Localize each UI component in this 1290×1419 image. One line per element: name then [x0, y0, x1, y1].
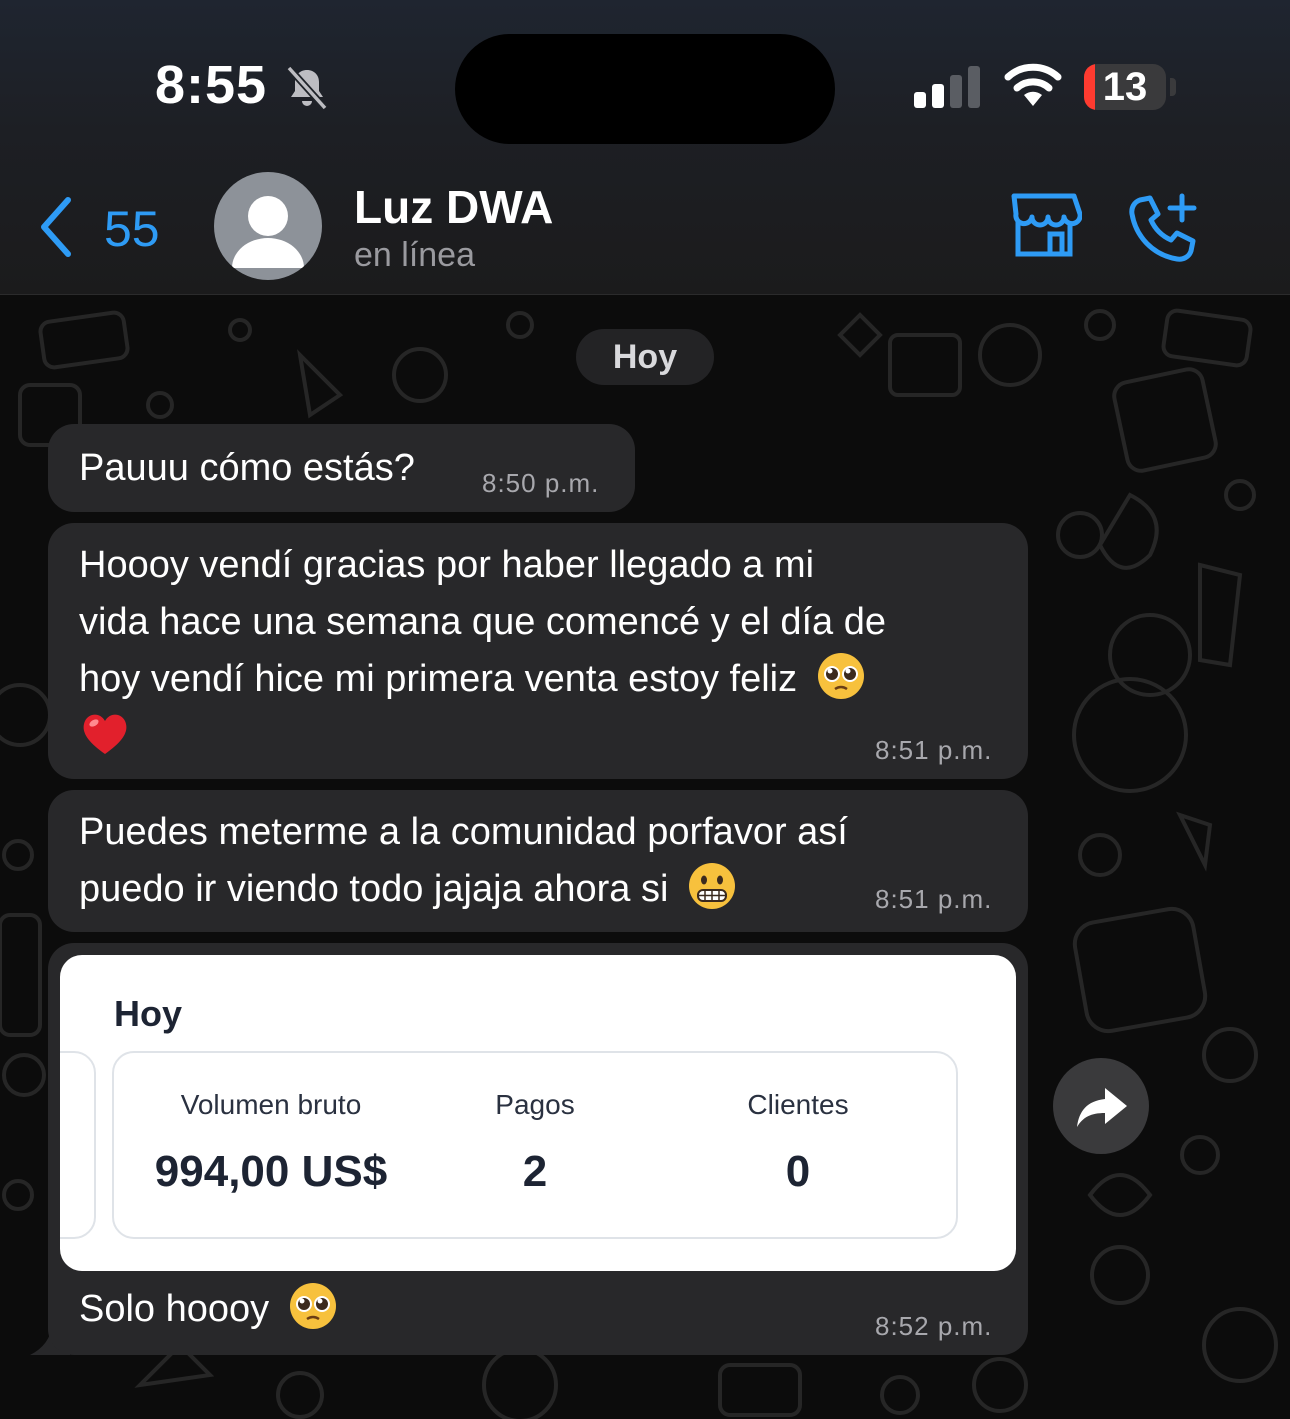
- back-unread-count[interactable]: 55: [104, 200, 160, 258]
- message-line: Puedes meterme a la comunidad porfavor a…: [79, 811, 848, 853]
- message-text: Pauuu cómo estás?: [79, 447, 415, 489]
- pleading-face-emoji-icon: [817, 653, 864, 699]
- avatar[interactable]: [214, 172, 322, 280]
- add-call-icon[interactable]: [1126, 192, 1198, 262]
- battery-percent: 13: [1102, 65, 1148, 109]
- chat-area[interactable]: Hoy Pauuu cómo estás? 8:50 p.m. Hoooy ve…: [0, 295, 1290, 1419]
- message-text: Hoooy vendí gracias por haber llegado a …: [79, 537, 886, 765]
- image-attachment[interactable]: Hoy Volumen bruto 994,00 US$ Pagos 2 Cli…: [60, 955, 1016, 1271]
- message-line: hoy vendí hice mi primera venta estoy fe…: [79, 658, 798, 700]
- metric-label: Volumen bruto: [180, 1089, 362, 1120]
- top-bar: 8:55 13 55 Luz DWA en línea: [0, 0, 1290, 295]
- card-edge: [60, 1051, 96, 1239]
- message-time: 8:51 p.m.: [875, 735, 993, 765]
- image-message-bubble[interactable]: Hoy Volumen bruto 994,00 US$ Pagos 2 Cli…: [48, 943, 1028, 1355]
- message-bubble[interactable]: Hoooy vendí gracias por haber llegado a …: [48, 523, 1028, 779]
- metric-value: 2: [522, 1147, 548, 1196]
- battery-indicator: 13: [1084, 64, 1166, 110]
- message-bubble[interactable]: Pauuu cómo estás? 8:50 p.m.: [48, 424, 635, 512]
- message-line: Hoooy vendí gracias por haber llegado a …: [79, 544, 815, 586]
- metric-label: Clientes: [747, 1089, 849, 1120]
- grimacing-face-emoji-icon: [688, 863, 735, 909]
- person-icon: [232, 196, 304, 268]
- message-line: puedo ir viendo todo jajaja ahora si: [79, 868, 669, 910]
- message-time: 8:51 p.m.: [875, 884, 993, 914]
- dynamic-island: [455, 34, 835, 144]
- message-bubble[interactable]: Puedes meterme a la comunidad porfavor a…: [48, 790, 1028, 932]
- wifi-icon: [1004, 63, 1062, 106]
- caption-text: Solo hoooy: [79, 1288, 270, 1330]
- message-line-wrap: puedo ir viendo todo jajaja ahora si: [79, 861, 848, 918]
- message-time: 8:52 p.m.: [875, 1311, 993, 1341]
- metric-label: Pagos: [495, 1089, 575, 1120]
- message-line-wrap: hoy vendí hice mi primera venta estoy fe…: [79, 651, 886, 708]
- pleading-face-emoji-icon: [289, 1283, 336, 1329]
- message-text: Puedes meterme a la comunidad porfavor a…: [79, 804, 848, 918]
- metrics-box: Volumen bruto 994,00 US$ Pagos 2 Cliente…: [112, 1051, 958, 1239]
- message-caption: Solo hoooy: [79, 1281, 338, 1338]
- catalog-shop-icon[interactable]: [1006, 192, 1082, 258]
- message-time: 8:50 p.m.: [482, 468, 600, 498]
- metric-value: 994,00 US$: [154, 1147, 388, 1196]
- status-time: 8:55: [155, 55, 268, 115]
- metric-value: 0: [785, 1147, 811, 1196]
- signal-icon: [914, 66, 980, 108]
- bell-muted-icon: [286, 65, 328, 111]
- battery-tip: [1170, 78, 1176, 96]
- date-chip: Hoy: [576, 329, 714, 385]
- forward-arrow-icon: [1077, 1088, 1127, 1127]
- message-line: vida hace una semana que comencé y el dí…: [79, 601, 886, 643]
- back-chevron-icon[interactable]: [36, 196, 76, 258]
- contact-name[interactable]: Luz DWA: [354, 180, 553, 234]
- card-title: Hoy: [114, 993, 183, 1034]
- forward-button[interactable]: [1053, 1058, 1149, 1154]
- contact-status: en línea: [354, 236, 475, 274]
- red-heart-emoji-icon: [83, 714, 127, 754]
